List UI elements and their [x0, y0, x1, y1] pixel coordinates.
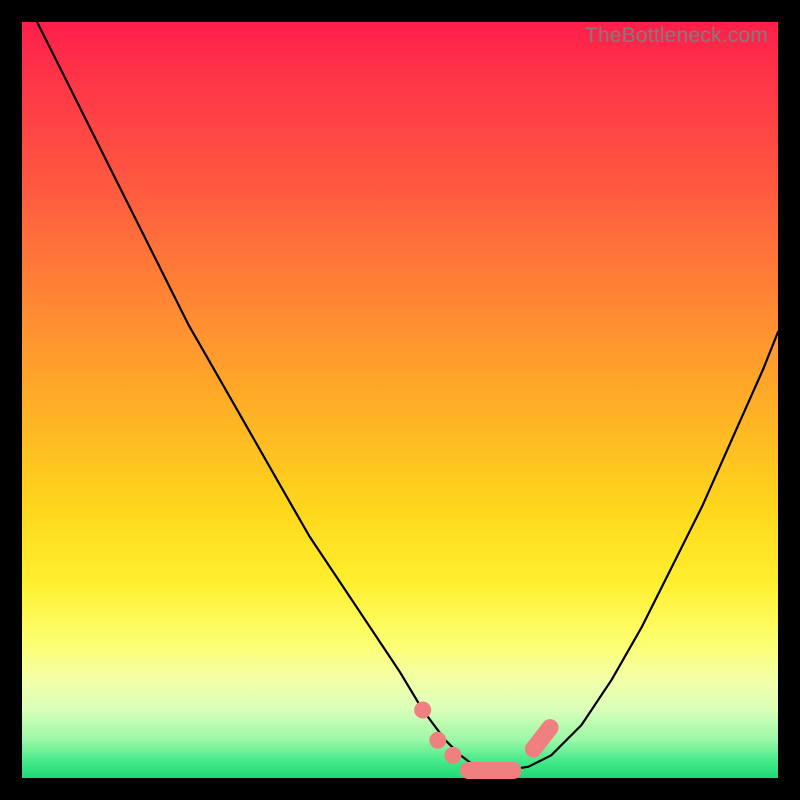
chart-svg: [22, 22, 778, 778]
sweet-spot-markers: [415, 702, 562, 778]
plot-area: TheBottleneck.com: [22, 22, 778, 778]
marker-dot: [415, 702, 431, 718]
marker-dot: [445, 747, 461, 763]
marker-dot: [430, 732, 446, 748]
marker-pill-flat: [460, 762, 520, 778]
marker-pill-angled: [522, 716, 561, 760]
chart-frame: TheBottleneck.com: [0, 0, 800, 800]
bottleneck-curve: [37, 22, 778, 770]
